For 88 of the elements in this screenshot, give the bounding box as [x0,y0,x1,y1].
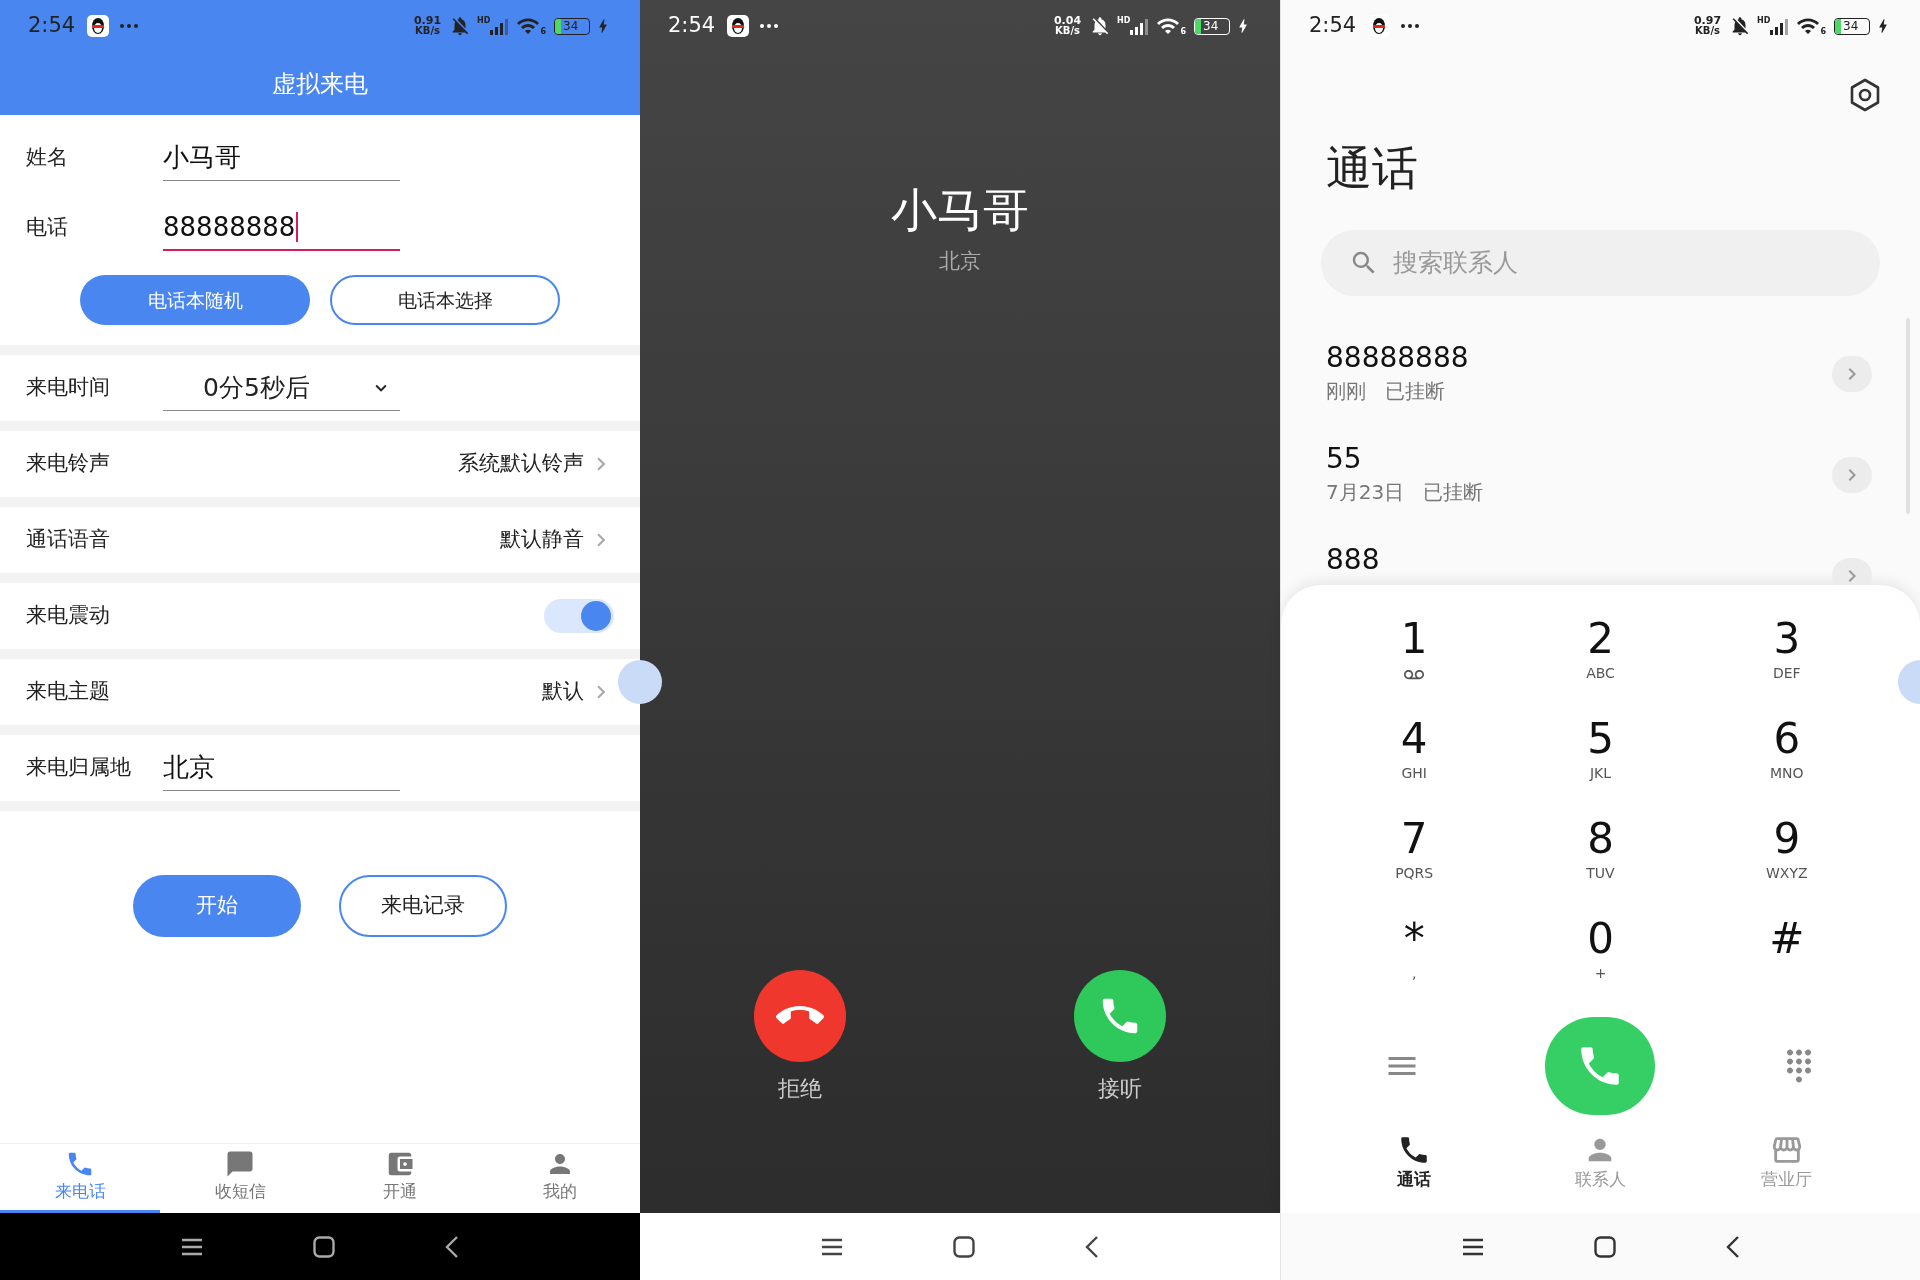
dial-key[interactable]: 3 DEF [1693,613,1880,713]
caller-location: 北京 [939,248,981,275]
home-square-icon[interactable] [313,1235,335,1258]
battery-fill [1835,18,1841,34]
battery-fill [555,18,561,34]
wifi-band-label: 6 [540,26,546,38]
call-details: 刚刚 已挂断 [1326,378,1447,405]
settings-icon[interactable] [1848,78,1882,112]
dial-key[interactable]: 7 PQRS [1321,813,1508,913]
app-title: 虚拟来电 [271,68,369,100]
call-button-label: 拒绝 [778,1075,822,1103]
more-dots-icon [759,23,780,29]
call-details: 7月23日 已挂断 [1326,479,1484,506]
setting-value[interactable]: 默认 [542,676,614,708]
dial-key[interactable]: 0 + [1507,913,1694,1013]
back-icon[interactable] [445,1235,459,1258]
text-field[interactable]: 北京 [163,745,400,791]
network-type: HD [1757,17,1771,25]
status-time: 2:54 [28,12,76,40]
speed-unit: KB/s [1055,26,1080,36]
wifi-band-label: 6 [1820,26,1826,38]
battery-fill [1195,18,1201,34]
speed-unit: KB/s [415,26,440,36]
battery-level: 34 [563,20,579,32]
home-square-icon[interactable] [1593,1235,1616,1258]
dial-key[interactable]: 5 JKL [1507,713,1694,813]
battery-level: 34 [1843,20,1859,32]
dial-key[interactable]: 6 MNO [1693,713,1880,813]
text-field[interactable]: 小马哥 [163,135,400,181]
field-label: 姓名 [26,144,69,172]
phonebook-button[interactable]: 电话本选择 [330,275,560,325]
setting-value[interactable]: 系统默认铃声 [458,448,614,480]
more-dots-icon [119,23,140,29]
action-button[interactable]: 开始 [133,875,301,937]
penguin-icon [87,15,110,37]
signal-icon [1130,19,1149,35]
edge-handle[interactable] [640,660,662,704]
setting-label: 来电归属地 [26,754,132,782]
penguin-icon [727,15,750,37]
setting-label: 来电铃声 [26,450,111,478]
dial-key[interactable]: 9 WXYZ [1693,813,1880,913]
setting-label: 来电时间 [26,374,111,402]
screen-title: 通话 [1325,140,1419,197]
network-speed: 0.97 [1693,16,1722,26]
dial-key[interactable]: # [1693,913,1880,1013]
call-number: 888 [1326,542,1380,578]
call-button-label: 接听 [1098,1075,1142,1103]
menu-icon[interactable] [821,1237,843,1256]
signal-icon [1770,19,1789,35]
status-time: 2:54 [1309,12,1357,40]
wifi-band-label: 6 [1180,26,1186,38]
speed-unit: KB/s [1695,26,1720,36]
network-speed: 0.04 [1053,16,1082,26]
battery-level: 34 [1203,20,1219,32]
network-type: HD [1117,17,1131,25]
dial-key[interactable]: 1 [1321,613,1508,713]
tab[interactable]: 开通 [320,1144,480,1213]
caller-name: 小马哥 [891,182,1029,238]
menu-icon[interactable] [1461,1237,1484,1256]
setting-label: 通话语音 [26,526,111,554]
dial-key[interactable]: 4 GHI [1321,713,1508,813]
dial-key[interactable]: * , [1321,913,1508,1013]
status-time: 2:54 [668,12,716,40]
action-button[interactable]: 来电记录 [339,875,507,937]
edge-handle[interactable] [618,660,640,704]
tab[interactable]: 我的 [480,1144,640,1213]
tab[interactable]: 收短信 [160,1144,320,1213]
text-field[interactable]: 88888888 [163,205,400,251]
toggle-switch[interactable] [544,599,614,633]
call-number: 55 [1326,441,1363,477]
field-label: 电话 [26,214,69,242]
time-dropdown[interactable]: 0分5秒后 [163,365,400,411]
setting-label: 来电主题 [26,678,111,706]
more-dots-icon [1400,23,1421,29]
setting-value[interactable]: 默认静音 [500,524,614,556]
back-icon[interactable] [1725,1235,1740,1258]
tab[interactable]: 通话 [1321,1133,1508,1193]
signal-icon [490,19,509,35]
call-number: 88888888 [1326,340,1469,376]
menu-icon[interactable] [181,1237,203,1256]
phonebook-button[interactable]: 电话本随机 [80,275,310,325]
network-type: HD [477,17,491,25]
dial-key[interactable]: 2 ABC [1507,613,1694,713]
home-square-icon[interactable] [953,1235,975,1258]
back-icon[interactable] [1085,1235,1099,1258]
dial-key[interactable]: 8 TUV [1507,813,1694,913]
network-speed: 0.91 [413,16,442,26]
setting-label: 来电震动 [26,602,111,630]
